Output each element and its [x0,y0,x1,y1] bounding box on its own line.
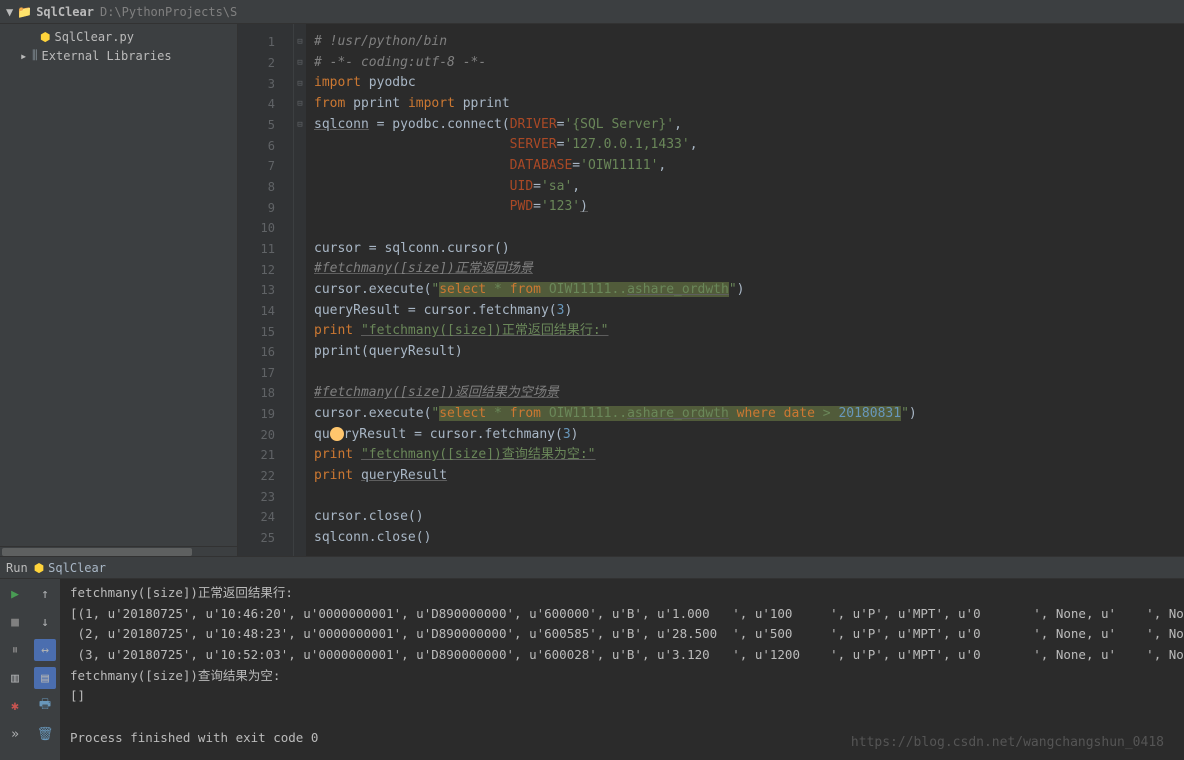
tree-file-label: SqlClear.py [54,30,133,44]
console-output[interactable]: fetchmany([size])正常返回结果行: [(1, u'2018072… [60,579,1184,760]
line-number[interactable]: 7 [238,156,293,177]
line-number[interactable]: 1 [238,32,293,53]
line-number[interactable]: 8 [238,177,293,198]
line-number[interactable]: 6 [238,135,293,156]
stop-button[interactable]: ■ [4,611,26,633]
python-icon: ⬢ [34,561,44,575]
line-number[interactable]: 5 [238,115,293,136]
up-button[interactable]: ↑ [34,583,56,605]
line-number[interactable]: 24 [238,507,293,528]
chevron-right-icon: ▸ [20,49,30,63]
line-number[interactable]: 10 [238,218,293,239]
expand-button[interactable]: » [4,723,26,745]
library-icon: ⫼ [32,48,38,63]
run-body: ▶ ■ ⏸ ▥ ✱ » ↑ ↓ ↔ ▤ 🖶 🗑 fetchmany([size]… [0,579,1184,760]
run-toolbar-left: ▶ ■ ⏸ ▥ ✱ » [0,579,30,760]
project-tree[interactable]: ⬢ SqlClear.py ▸ ⫼ External Libraries [0,24,237,546]
pin-button[interactable]: ✱ [4,695,26,717]
print-button[interactable]: 🖶 [34,695,56,717]
run-label: Run [6,561,28,575]
tree-file-sqlclear[interactable]: ⬢ SqlClear.py [0,28,237,46]
line-number[interactable]: 4 [238,94,293,115]
main-area: ⬢ SqlClear.py ▸ ⫼ External Libraries 1 2… [0,24,1184,556]
line-number[interactable]: 2 [238,53,293,74]
line-number[interactable]: 18 [238,383,293,404]
line-number-gutter[interactable]: 1 2 3 4 5 6 7 8 9 10 11 12 13 14 15 16 1… [238,24,294,556]
pause-button[interactable]: ⏸ [4,639,26,661]
intention-bulb-icon[interactable] [330,427,344,441]
scrollbar-thumb[interactable] [2,548,192,556]
run-toolbar-right: ↑ ↓ ↔ ▤ 🖶 🗑 [30,579,60,760]
scroll-end-button[interactable]: ▤ [34,667,56,689]
code-content[interactable]: # !usr/python/bin # -*- coding:utf-8 -*-… [306,24,1184,556]
line-number[interactable]: 12 [238,259,293,280]
line-number[interactable]: 3 [238,73,293,94]
project-name[interactable]: SqlClear [36,5,94,19]
chevron-down-icon[interactable]: ▼ [6,5,13,19]
layout-button[interactable]: ▥ [4,667,26,689]
project-sidebar: ⬢ SqlClear.py ▸ ⫼ External Libraries [0,24,238,556]
watermark: https://blog.csdn.net/wangchangshun_0418 [851,735,1164,750]
down-button[interactable]: ↓ [34,611,56,633]
code-editor[interactable]: 1 2 3 4 5 6 7 8 9 10 11 12 13 14 15 16 1… [238,24,1184,556]
trash-button[interactable]: 🗑 [34,723,56,745]
line-number[interactable]: 20 [238,424,293,445]
python-file-icon: ⬢ [40,30,50,44]
line-number[interactable]: 23 [238,486,293,507]
tree-external-libraries[interactable]: ▸ ⫼ External Libraries [0,46,237,65]
folder-icon: 📁 [17,5,32,19]
rerun-button[interactable]: ▶ [4,583,26,605]
line-number[interactable]: 21 [238,445,293,466]
line-number[interactable]: 11 [238,239,293,260]
project-path: D:\PythonProjects\S [100,5,237,19]
line-number[interactable]: 9 [238,197,293,218]
line-number[interactable]: 19 [238,404,293,425]
project-breadcrumb: ▼ 📁 SqlClear D:\PythonProjects\S [0,0,1184,24]
line-number[interactable]: 17 [238,363,293,384]
tree-libs-label: External Libraries [42,49,172,63]
line-number[interactable]: 25 [238,528,293,549]
sidebar-horizontal-scrollbar[interactable] [0,546,237,556]
run-header: Run ⬢ SqlClear [0,557,1184,579]
line-number[interactable]: 14 [238,301,293,322]
line-number[interactable]: 15 [238,321,293,342]
fold-gutter[interactable]: ⊟⊟⊟⊟⊟ [294,24,306,556]
soft-wrap-button[interactable]: ↔ [34,639,56,661]
run-panel: Run ⬢ SqlClear ▶ ■ ⏸ ▥ ✱ » ↑ ↓ ↔ ▤ 🖶 🗑 f… [0,556,1184,760]
line-number[interactable]: 22 [238,466,293,487]
line-number[interactable]: 13 [238,280,293,301]
line-number[interactable]: 16 [238,342,293,363]
run-config-name[interactable]: SqlClear [48,561,106,575]
